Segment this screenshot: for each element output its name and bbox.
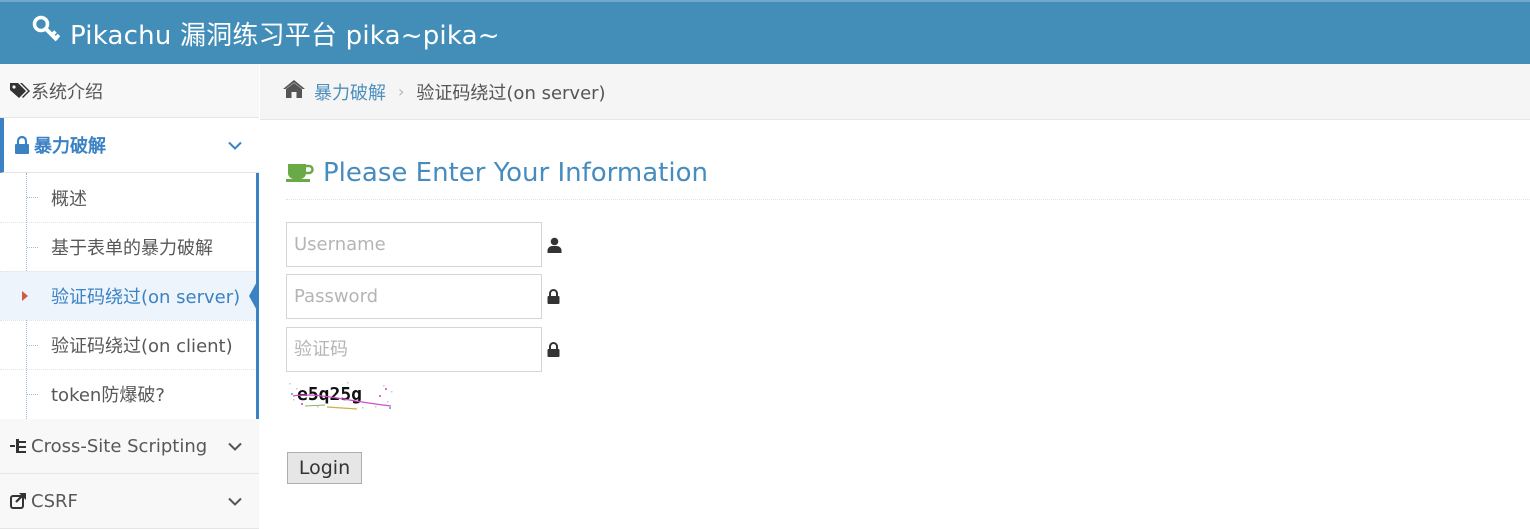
username-input[interactable] <box>286 222 542 267</box>
chevron-down-icon <box>227 436 243 457</box>
captcha-image[interactable]: e5q25g <box>287 379 397 410</box>
submenu-item-label: 验证码绕过(on client) <box>51 336 233 357</box>
lock-icon <box>547 289 560 304</box>
tree-dash <box>27 345 38 346</box>
submenu-item-captcha-server[interactable]: 验证码绕过(on server) <box>0 271 259 320</box>
submenu-item-form-brute[interactable]: 基于表单的暴力破解 <box>0 222 256 271</box>
sidebar: 系统介绍 暴力破解 概述 基于表单的暴力破解 验证码绕过(on server) … <box>0 64 259 529</box>
submenu-item-label: 基于表单的暴力破解 <box>51 238 213 259</box>
tags-icon <box>9 82 31 100</box>
submenu-item-token[interactable]: token防爆破? <box>0 369 256 418</box>
captcha-input[interactable] <box>286 327 542 372</box>
login-button[interactable]: Login <box>287 452 362 484</box>
page-header: Please Enter Your Information <box>286 153 1530 200</box>
home-icon[interactable] <box>282 79 306 104</box>
tree-dash <box>27 394 38 395</box>
sidebar-item-label: 暴力破解 <box>34 136 106 157</box>
username-row <box>286 222 562 267</box>
active-pointer <box>249 278 259 314</box>
user-icon <box>547 237 562 253</box>
lock-icon <box>547 342 560 357</box>
caret-right-icon <box>22 291 28 301</box>
key-icon <box>32 15 70 52</box>
chevron-down-icon <box>227 135 243 156</box>
sidebar-item-intro[interactable]: 系统介绍 <box>0 64 259 118</box>
breadcrumb-current: 验证码绕过(on server) <box>416 82 606 104</box>
share-icon <box>9 492 27 510</box>
page-title: Please Enter Your Information <box>323 158 708 188</box>
chevron-down-icon <box>227 491 243 512</box>
app-title: Pikachu 漏洞练习平台 pika~pika~ <box>70 20 500 51</box>
lock-icon <box>14 136 30 154</box>
submenu-item-overview[interactable]: 概述 <box>0 173 256 222</box>
submenu-item-label: 验证码绕过(on server) <box>51 287 241 308</box>
submenu-item-label: token防爆破? <box>51 385 165 406</box>
brute-force-submenu: 概述 基于表单的暴力破解 验证码绕过(on server) 验证码绕过(on c… <box>0 173 259 419</box>
sidebar-item-label: Cross-Site Scripting <box>31 435 208 457</box>
sitemap-icon <box>9 437 27 455</box>
sidebar-item-label: CSRF <box>31 490 78 512</box>
tree-dash <box>27 197 38 198</box>
submenu-item-captcha-client[interactable]: 验证码绕过(on client) <box>0 320 256 369</box>
tree-dash <box>27 247 38 248</box>
sidebar-item-xss[interactable]: Cross-Site Scripting <box>0 419 259 474</box>
captcha-row <box>286 327 560 372</box>
brand[interactable]: Pikachu 漏洞练习平台 pika~pika~ <box>32 15 500 52</box>
sidebar-item-csrf[interactable]: CSRF <box>0 474 259 529</box>
password-row <box>286 274 560 319</box>
breadcrumb-link[interactable]: 暴力破解 <box>314 79 386 105</box>
submenu-item-label: 概述 <box>51 188 87 210</box>
top-navbar: Pikachu 漏洞练习平台 pika~pika~ <box>0 0 1530 64</box>
password-input[interactable] <box>286 274 542 319</box>
sidebar-item-label: 系统介绍 <box>31 81 103 103</box>
coffee-cup-icon <box>286 160 314 187</box>
sidebar-item-brute-force[interactable]: 暴力破解 <box>0 118 259 173</box>
breadcrumb-separator-icon: › <box>398 82 405 101</box>
breadcrumb: 暴力破解 › 验证码绕过(on server) <box>260 64 1530 120</box>
